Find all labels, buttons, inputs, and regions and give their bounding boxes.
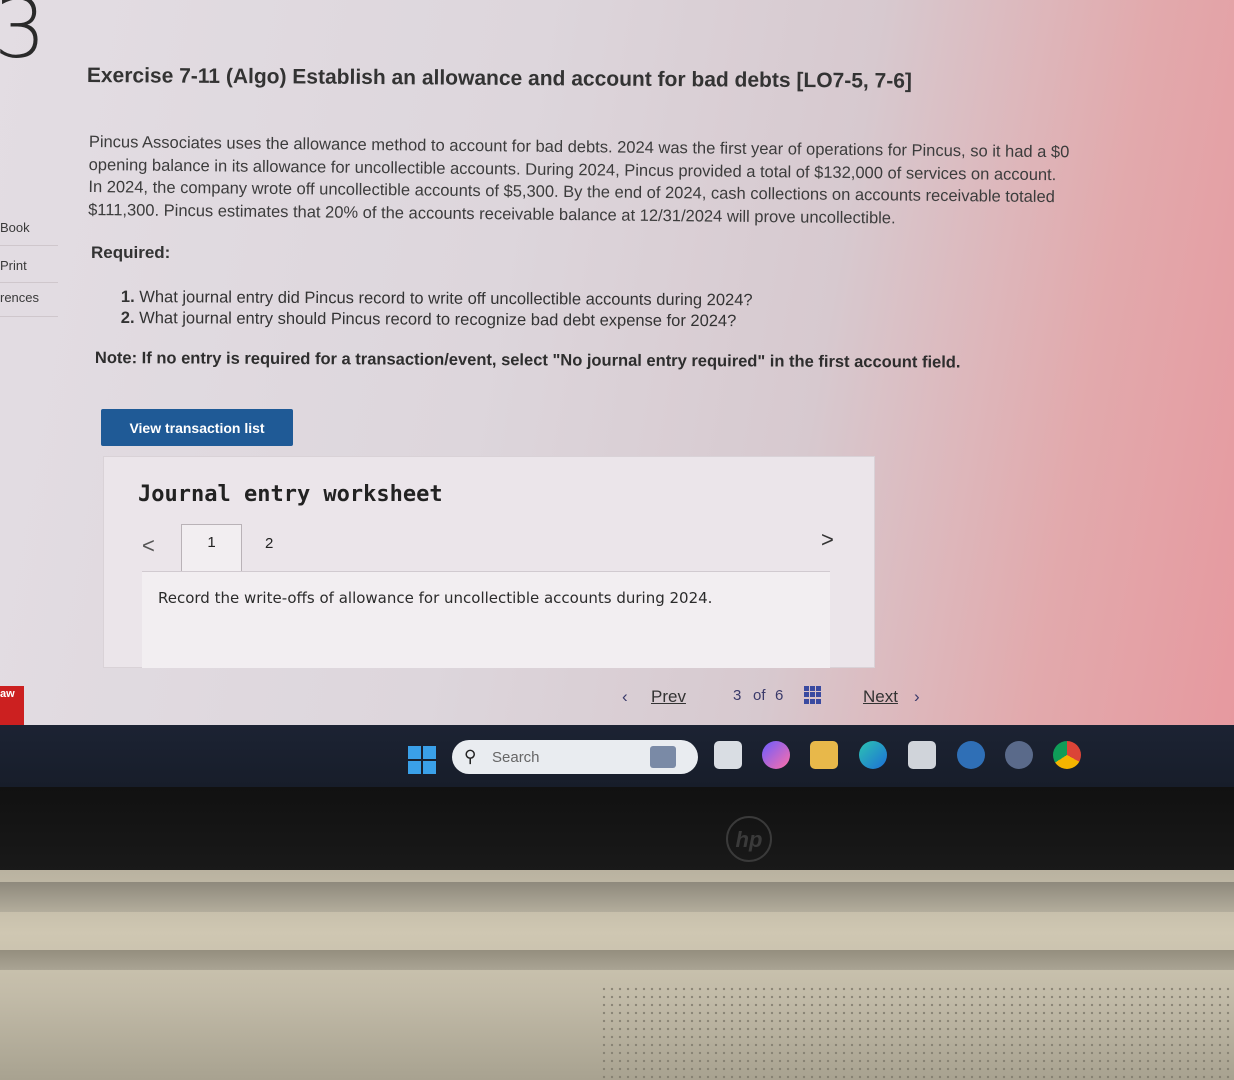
note-text: Note: If no entry is required for a tran… bbox=[94, 349, 961, 372]
search-icon: ⚲ bbox=[464, 747, 477, 766]
requirements-list: 1. What journal entry did Pincus record … bbox=[121, 287, 753, 332]
edge-icon[interactable] bbox=[859, 741, 887, 769]
laptop-hinge bbox=[0, 882, 1234, 912]
hp-logo: hp bbox=[726, 816, 772, 862]
sidebar-divider bbox=[0, 245, 58, 246]
page-total: 6 bbox=[775, 687, 784, 704]
browser-viewport: 3 Book Print rences aw Exercise 7-11 (Al… bbox=[0, 0, 1234, 725]
next-chevron-icon[interactable]: › bbox=[914, 687, 920, 707]
view-transaction-list-button[interactable]: View transaction list bbox=[101, 409, 293, 446]
publisher-logo: aw bbox=[0, 686, 24, 725]
worksheet-tab-1[interactable]: 1 bbox=[181, 524, 242, 572]
requirement-item: 2. What journal entry should Pincus reco… bbox=[121, 308, 753, 332]
windows-start-icon[interactable] bbox=[408, 746, 436, 774]
prev-chevron-icon[interactable]: ‹ bbox=[622, 687, 628, 707]
exercise-title: Exercise 7-11 (Algo) Establish an allowa… bbox=[86, 64, 913, 93]
page-current: 3 bbox=[733, 687, 742, 704]
folder-icon[interactable] bbox=[810, 741, 838, 769]
question-grid-icon[interactable] bbox=[804, 686, 822, 704]
worksheet-next-icon[interactable]: > bbox=[821, 527, 834, 553]
settings-icon[interactable] bbox=[1005, 741, 1033, 769]
worksheet-prev-icon[interactable]: < bbox=[142, 533, 155, 559]
page-number: 3 bbox=[0, 0, 47, 77]
speaker-grille bbox=[600, 985, 1234, 1080]
widgets-icon[interactable] bbox=[650, 746, 676, 768]
sidebar-divider bbox=[0, 316, 58, 317]
problem-statement: Pincus Associates uses the allowance met… bbox=[88, 131, 1199, 233]
search-input[interactable]: Search bbox=[492, 749, 540, 766]
prev-button[interactable]: Prev bbox=[651, 687, 686, 707]
chrome-icon[interactable] bbox=[1053, 741, 1081, 769]
required-heading: Required: bbox=[91, 243, 171, 262]
requirement-number: 1. bbox=[120, 288, 135, 307]
requirement-text: What journal entry did Pincus record to … bbox=[139, 288, 753, 310]
requirement-text: What journal entry should Pincus record … bbox=[139, 309, 737, 331]
windows-taskbar: ⚲ Search bbox=[0, 725, 1234, 787]
journal-entry-worksheet: Journal entry worksheet < 1 2 > Record t… bbox=[103, 456, 875, 668]
laptop-bezel bbox=[0, 787, 1234, 882]
sidebar-link-book[interactable]: Book bbox=[0, 220, 30, 235]
sidebar-link-references[interactable]: rences bbox=[0, 290, 39, 305]
page-of-label: of bbox=[753, 687, 766, 704]
next-button[interactable]: Next bbox=[863, 687, 898, 707]
worksheet-title: Journal entry worksheet bbox=[138, 482, 443, 507]
help-icon[interactable] bbox=[957, 741, 985, 769]
file-icon[interactable] bbox=[714, 741, 742, 769]
requirement-number: 2. bbox=[120, 308, 135, 328]
worksheet-body: Record the write-offs of allowance for u… bbox=[142, 571, 830, 668]
sidebar-link-print[interactable]: Print bbox=[0, 258, 27, 273]
tab-label: 1 bbox=[207, 534, 216, 551]
sidebar-divider bbox=[0, 282, 58, 283]
worksheet-instruction: Record the write-offs of allowance for u… bbox=[158, 589, 713, 607]
keyboard-strip bbox=[0, 950, 1234, 970]
worksheet-tab-2[interactable]: 2 bbox=[265, 535, 273, 552]
calculator-icon[interactable] bbox=[908, 741, 936, 769]
copilot-icon[interactable] bbox=[762, 741, 790, 769]
taskbar-search[interactable]: ⚲ Search bbox=[452, 740, 698, 774]
